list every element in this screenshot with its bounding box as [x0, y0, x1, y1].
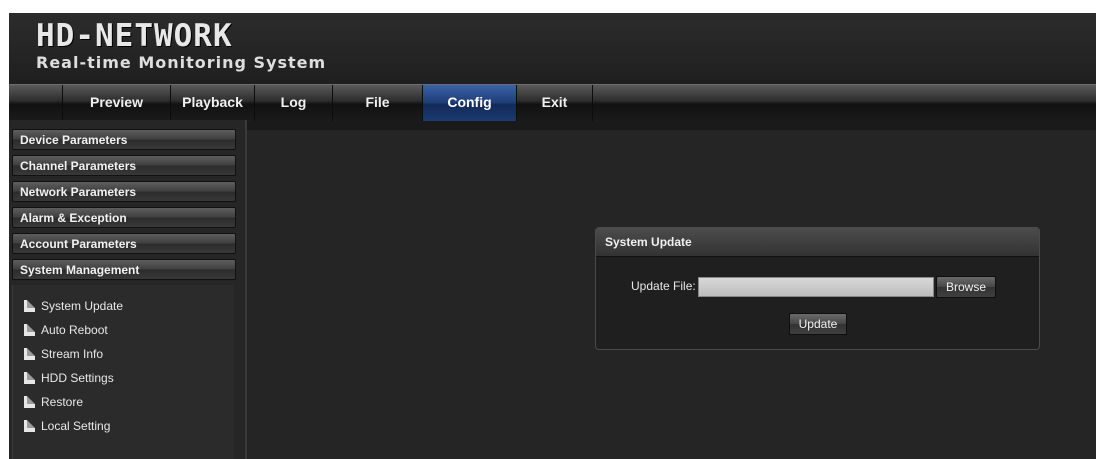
app-window: HD-NETWORK Real-time Monitoring System P… — [9, 13, 1096, 459]
brand-subtitle: Real-time Monitoring System — [36, 53, 327, 72]
submenu-item-label: Stream Info — [41, 347, 104, 361]
main-nav: Preview Playback Log File Config Exit — [9, 84, 1096, 121]
document-icon — [24, 420, 35, 432]
sidebar-item-account-parameters[interactable]: Account Parameters — [12, 233, 236, 254]
update-file-input[interactable] — [698, 277, 934, 297]
header: HD-NETWORK Real-time Monitoring System — [9, 13, 1096, 84]
nav-spacer — [9, 85, 63, 121]
tab-playback[interactable]: Playback — [171, 85, 255, 121]
submenu-item-hdd-settings[interactable]: HDD Settings — [24, 369, 114, 387]
sidebar-item-alarm-exception[interactable]: Alarm & Exception — [12, 207, 236, 228]
tab-preview[interactable]: Preview — [63, 85, 171, 121]
system-update-panel: System Update Update File: Browse Update — [595, 227, 1040, 350]
submenu-item-label: System Update — [41, 299, 124, 313]
submenu-item-stream-info[interactable]: Stream Info — [24, 345, 104, 363]
update-button[interactable]: Update — [789, 313, 847, 335]
panel-title: System Update — [596, 228, 1039, 257]
update-file-label: Update File: — [631, 279, 696, 293]
system-management-submenu: System Update Auto Reboot Stream Info HD… — [12, 285, 234, 459]
document-icon — [24, 324, 35, 336]
sidebar-item-channel-parameters[interactable]: Channel Parameters — [12, 155, 236, 176]
submenu-item-system-update[interactable]: System Update — [24, 297, 124, 315]
tab-config[interactable]: Config — [423, 85, 517, 121]
sidebar-item-device-parameters[interactable]: Device Parameters — [12, 129, 236, 150]
tab-exit[interactable]: Exit — [517, 85, 593, 121]
tab-file[interactable]: File — [333, 85, 423, 121]
document-icon — [24, 396, 35, 408]
document-icon — [24, 372, 35, 384]
submenu-item-restore[interactable]: Restore — [24, 393, 84, 411]
browse-button[interactable]: Browse — [936, 276, 996, 298]
submenu-item-label: HDD Settings — [41, 371, 114, 385]
tab-log[interactable]: Log — [255, 85, 333, 121]
submenu-item-local-setting[interactable]: Local Setting — [24, 417, 111, 435]
sidebar-item-system-management[interactable]: System Management — [12, 259, 236, 280]
submenu-item-label: Restore — [41, 395, 84, 409]
submenu-item-auto-reboot[interactable]: Auto Reboot — [24, 321, 108, 339]
sidebar: Device Parameters Channel Parameters Net… — [9, 120, 245, 459]
submenu-item-label: Local Setting — [41, 419, 111, 433]
submenu-item-label: Auto Reboot — [41, 323, 108, 337]
document-icon — [24, 300, 35, 312]
document-icon — [24, 348, 35, 360]
sidebar-item-network-parameters[interactable]: Network Parameters — [12, 181, 236, 202]
brand-logo: HD-NETWORK — [36, 18, 233, 54]
